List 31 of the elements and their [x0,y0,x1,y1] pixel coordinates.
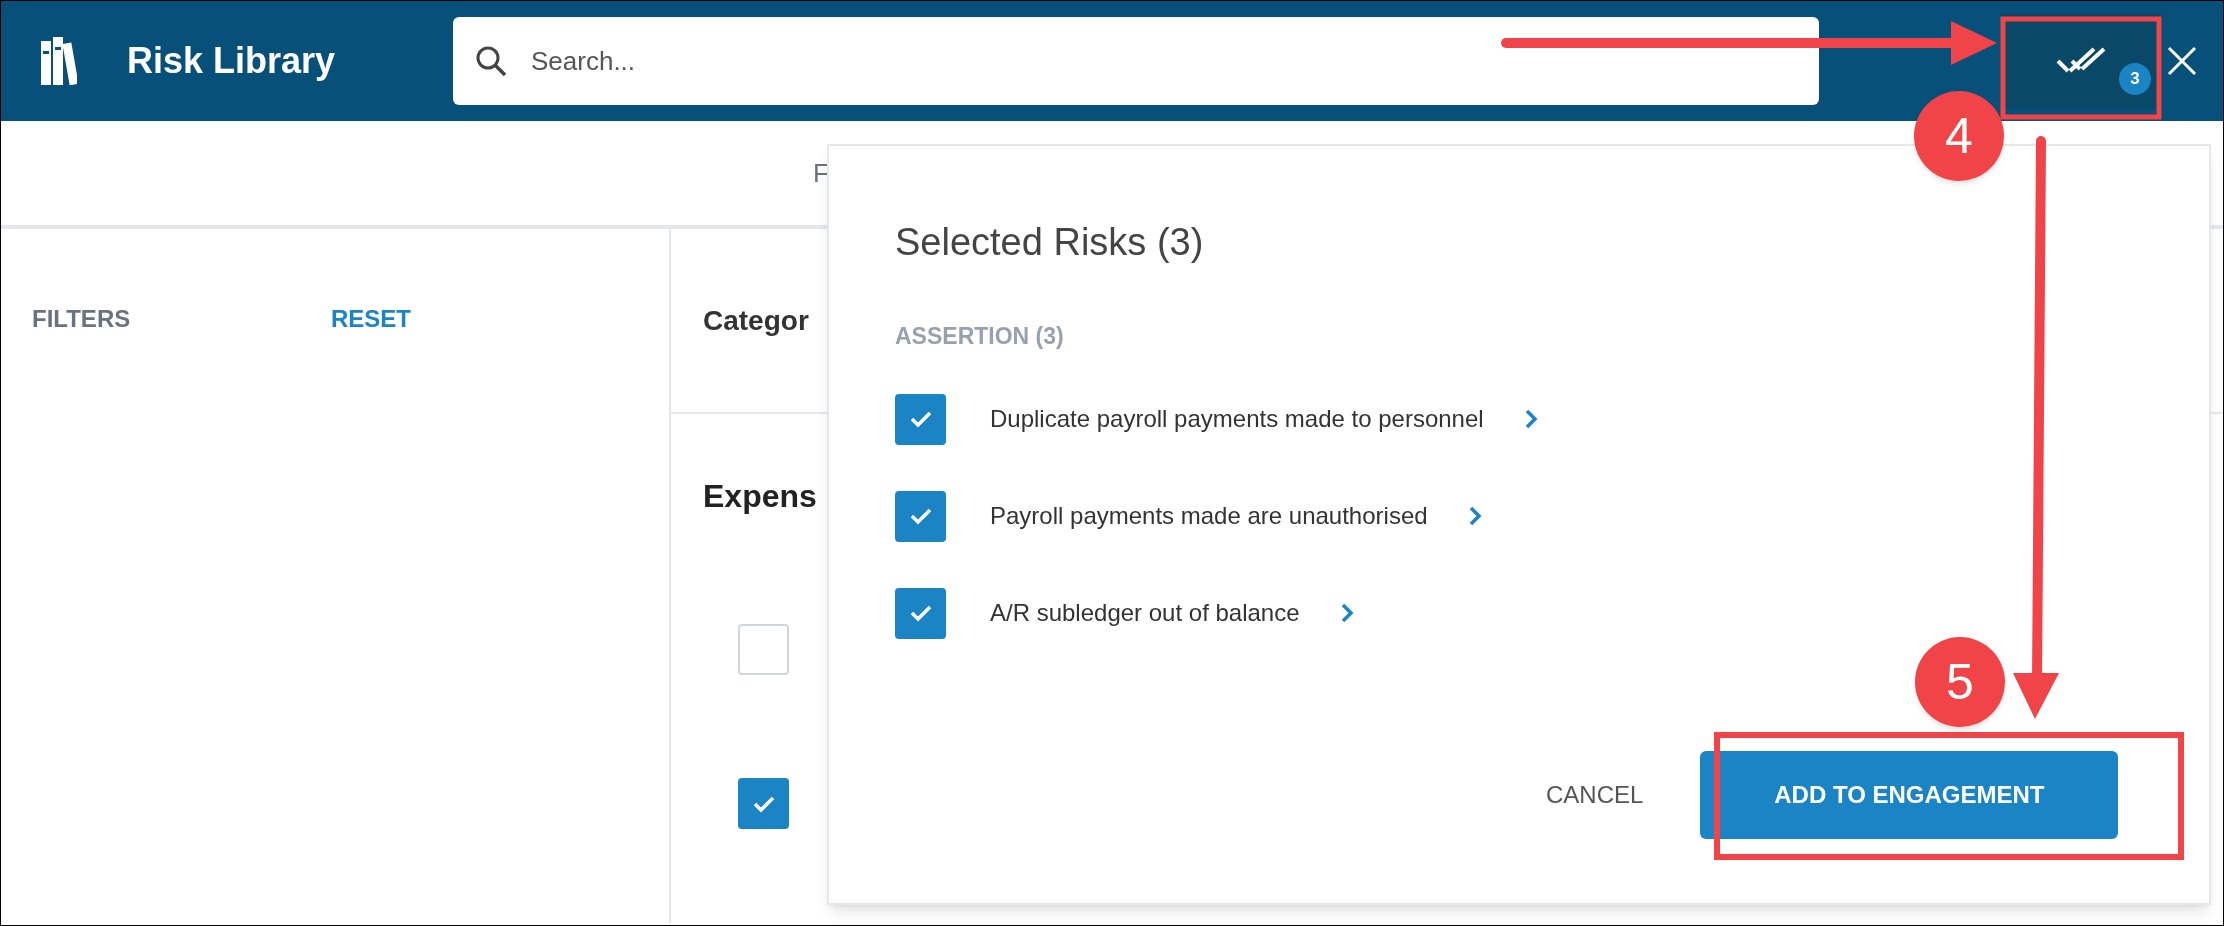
reset-link[interactable]: RESET [331,301,411,337]
chevron-right-icon[interactable] [1523,408,1538,430]
chevron-right-icon[interactable] [1339,602,1354,624]
popup-title: Selected Risks (3) [895,220,1205,265]
add-to-engagement-button[interactable]: ADD TO ENGAGEMENT [1700,751,2119,839]
search-field[interactable]: Search... [453,17,1819,105]
close-icon[interactable] [2167,46,2197,76]
check-icon [909,604,932,622]
checkbox[interactable] [895,587,946,639]
cancel-button[interactable]: CANCEL [1546,777,1644,813]
risk-label: Payroll payments made are unauthorised [990,501,1428,531]
checkbox[interactable] [895,490,946,542]
count-badge: 3 [2119,63,2151,95]
app-title: Risk Library [127,40,336,81]
risk-label: Duplicate payroll payments made to personnel [990,404,1484,434]
risk-label: A/R subledger out of balance [990,598,1300,628]
column-heading: Categor [703,303,809,338]
chevron-right-icon[interactable] [1467,505,1482,527]
double-check-icon [2056,47,2106,75]
check-icon [752,794,775,813]
section-heading: Expens [703,477,817,516]
checkbox[interactable] [738,624,789,675]
filters-title: FILTERS [32,304,131,334]
toolbar-label: F [813,156,829,190]
books-icon [41,37,77,85]
checkbox[interactable] [738,778,789,829]
checkbox[interactable] [895,393,946,445]
check-icon [909,507,932,525]
search-icon [475,45,507,77]
check-icon [909,410,932,428]
group-heading: ASSERTION (3) [895,322,1065,351]
